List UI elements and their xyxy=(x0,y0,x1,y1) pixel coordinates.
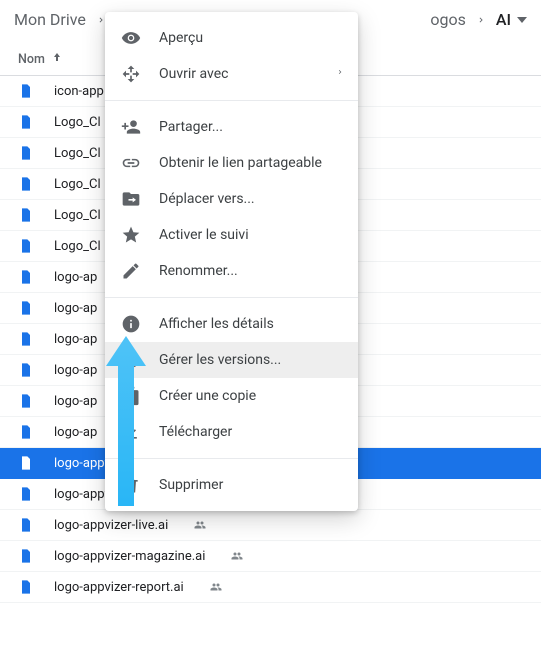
menu-separator xyxy=(105,297,358,298)
menu-label: Gérer les versions... xyxy=(159,352,281,368)
menu-share[interactable]: Partager... xyxy=(105,109,358,145)
menu-label: Déplacer vers... xyxy=(159,191,255,207)
menu-label: Activer le suivi xyxy=(159,227,249,243)
file-name: logo-appvizer-live.ai xyxy=(54,518,168,533)
rename-icon xyxy=(121,261,141,281)
file-name: Logo_Cl xyxy=(54,177,101,192)
file-name: logo-ap xyxy=(54,394,97,409)
file-icon xyxy=(18,269,34,285)
menu-preview[interactable]: Aperçu xyxy=(105,20,358,56)
menu-label: Aperçu xyxy=(159,30,203,46)
menu-label: Supprimer xyxy=(159,477,223,493)
file-icon xyxy=(18,176,34,192)
breadcrumb-current[interactable]: AI xyxy=(496,10,527,29)
context-menu: Aperçu Ouvrir avec Partager... Obtenir l… xyxy=(105,12,358,511)
menu-label: Obtenir le lien partageable xyxy=(159,155,322,171)
menu-label: Ouvrir avec xyxy=(159,66,228,82)
history-icon xyxy=(121,350,141,370)
column-header-label: Nom xyxy=(18,52,45,67)
link-icon xyxy=(121,153,141,173)
download-icon xyxy=(121,422,141,442)
file-row[interactable]: logo-appvizer-magazine.ai xyxy=(0,541,541,572)
file-icon xyxy=(18,83,34,99)
breadcrumb-current-label: AI xyxy=(496,10,511,29)
file-icon xyxy=(18,455,34,471)
file-icon xyxy=(18,393,34,409)
menu-separator xyxy=(105,458,358,459)
sort-asc-icon xyxy=(51,51,63,67)
menu-label: Renommer... xyxy=(159,263,238,279)
menu-move-to[interactable]: Déplacer vers... xyxy=(105,181,358,217)
menu-get-link[interactable]: Obtenir le lien partageable xyxy=(105,145,358,181)
file-name: logo-ap xyxy=(54,301,97,316)
menu-download[interactable]: Télécharger xyxy=(105,414,358,450)
menu-label: Créer une copie xyxy=(159,388,256,404)
file-icon xyxy=(18,486,34,502)
trash-icon xyxy=(121,475,141,495)
menu-make-copy[interactable]: Créer une copie xyxy=(105,378,358,414)
menu-label: Afficher les détails xyxy=(159,316,274,332)
chevron-right-icon xyxy=(336,66,344,82)
file-name: Logo_Cl xyxy=(54,146,101,161)
menu-remove[interactable]: Supprimer xyxy=(105,467,358,503)
file-icon xyxy=(18,362,34,378)
file-icon xyxy=(18,300,34,316)
menu-details[interactable]: Afficher les détails xyxy=(105,306,358,342)
breadcrumb-root[interactable]: Mon Drive xyxy=(14,10,86,29)
file-icon xyxy=(18,331,34,347)
file-name: icon-app xyxy=(54,84,104,99)
file-icon xyxy=(18,238,34,254)
shared-icon xyxy=(192,519,208,531)
file-row[interactable]: logo-appvizer-live.ai xyxy=(0,510,541,541)
file-icon xyxy=(18,114,34,130)
file-name: logo-ap xyxy=(54,363,97,378)
file-name: logo-appvizer-magazine.ai xyxy=(54,549,205,564)
eye-icon xyxy=(121,28,141,48)
file-name: Logo_Cl xyxy=(54,208,101,223)
folder-move-icon xyxy=(121,189,141,209)
file-icon xyxy=(18,517,34,533)
file-name: logo-appvizer-report.ai xyxy=(54,580,184,595)
file-row[interactable]: logo-appvizer-report.ai xyxy=(0,572,541,603)
chevron-right-icon xyxy=(476,10,486,29)
open-with-icon xyxy=(121,64,141,84)
menu-label: Partager... xyxy=(159,119,223,135)
file-name: logo-ap xyxy=(54,425,97,440)
menu-open-with[interactable]: Ouvrir avec xyxy=(105,56,358,92)
file-icon xyxy=(18,579,34,595)
file-name: Logo_Cl xyxy=(54,239,101,254)
menu-separator xyxy=(105,100,358,101)
file-name: Logo_Cl xyxy=(54,115,101,130)
breadcrumb-folder[interactable]: ogos xyxy=(430,10,466,29)
file-icon xyxy=(18,548,34,564)
file-name: logo-ap xyxy=(54,270,97,285)
shared-icon xyxy=(229,550,245,562)
copy-icon xyxy=(121,386,141,406)
file-icon xyxy=(18,207,34,223)
caret-down-icon xyxy=(517,17,527,23)
menu-versions[interactable]: Gérer les versions... xyxy=(105,342,358,378)
info-icon xyxy=(121,314,141,334)
star-icon xyxy=(121,225,141,245)
file-icon xyxy=(18,424,34,440)
menu-rename[interactable]: Renommer... xyxy=(105,253,358,289)
menu-star[interactable]: Activer le suivi xyxy=(105,217,358,253)
menu-label: Télécharger xyxy=(159,424,232,440)
shared-icon xyxy=(208,581,224,593)
file-icon xyxy=(18,145,34,161)
person-add-icon xyxy=(121,117,141,137)
file-name: logo-ap xyxy=(54,332,97,347)
